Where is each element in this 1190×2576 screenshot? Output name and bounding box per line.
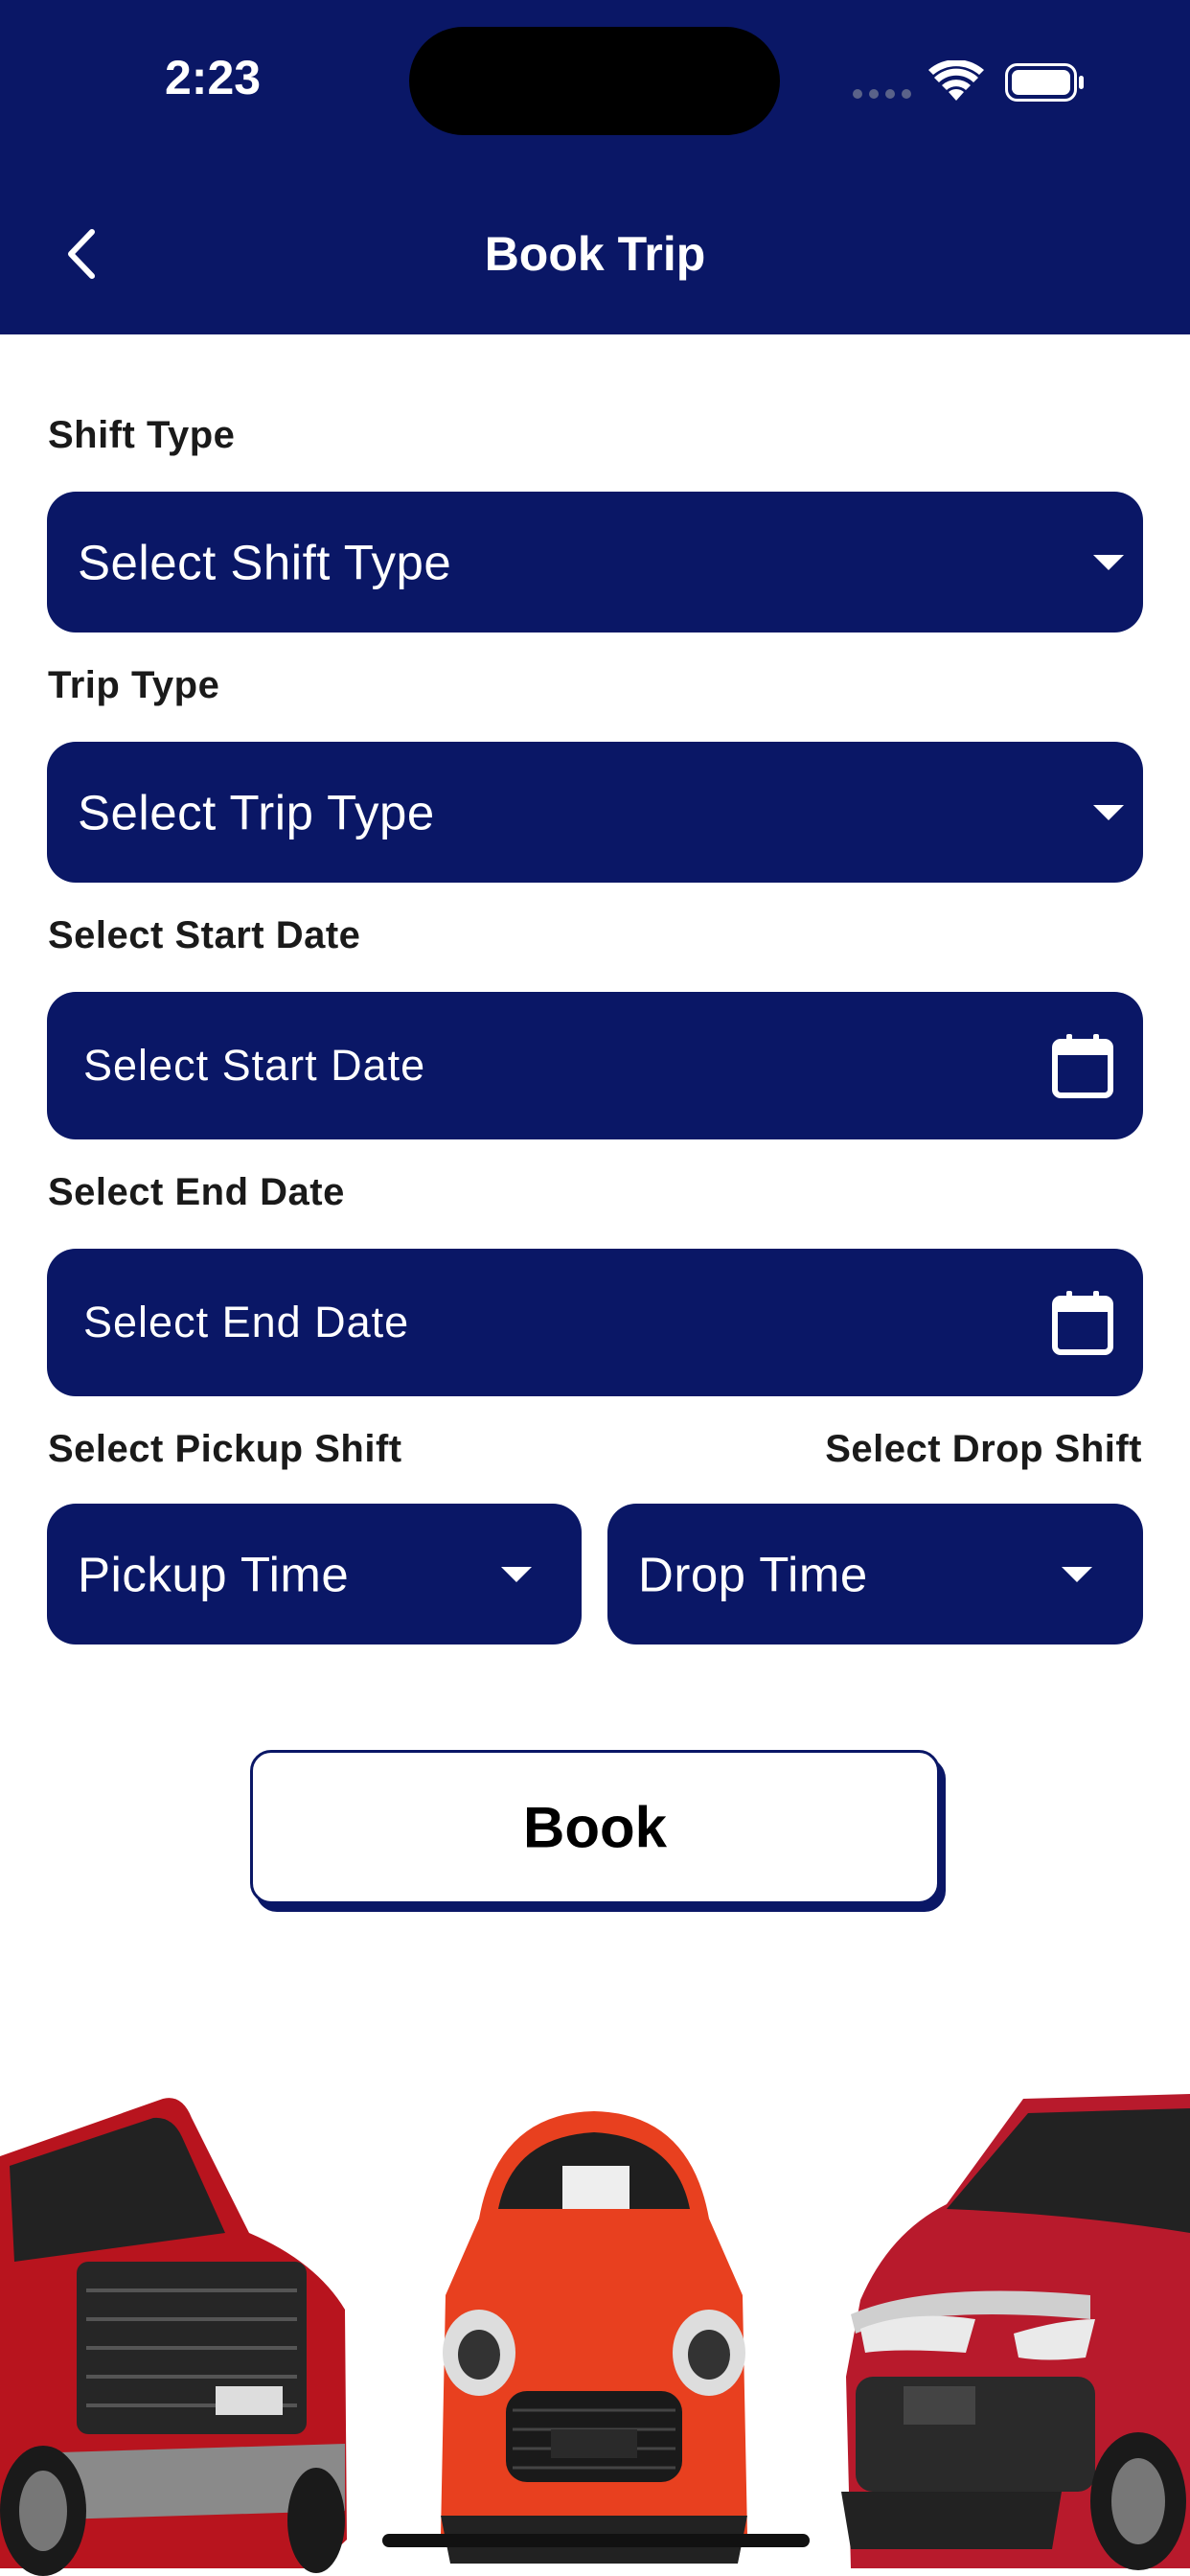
dynamic-island (409, 27, 780, 135)
trip-type-dropdown[interactable]: Select Trip Type (47, 742, 1143, 883)
end-date-placeholder: Select End Date (83, 1298, 410, 1346)
pickup-time-value: Pickup Time (78, 1547, 350, 1601)
shift-type-dropdown[interactable]: Select Shift Type (47, 492, 1143, 632)
home-indicator (382, 2534, 810, 2547)
pickup-time-dropdown[interactable]: Pickup Time (47, 1504, 582, 1644)
red-crossover-right-image (841, 2094, 1190, 2570)
drop-time-dropdown[interactable]: Drop Time (607, 1504, 1143, 1644)
red-suv-left-image (0, 2098, 347, 2576)
battery-icon (1005, 63, 1084, 102)
start-date-placeholder: Select Start Date (83, 1041, 426, 1090)
start-date-field[interactable]: Select Start Date (47, 992, 1143, 1139)
wifi-icon (928, 60, 984, 101)
book-button-label: Book (523, 1795, 667, 1859)
drop-time-value: Drop Time (638, 1547, 868, 1601)
pickup-shift-label: Select Pickup Shift (48, 1428, 402, 1470)
calendar-icon[interactable] (1051, 1289, 1114, 1356)
app-header: 2:23 Book Trip (0, 0, 1190, 334)
chevron-down-icon (1093, 554, 1124, 570)
chevron-down-icon (501, 1566, 532, 1582)
shift-type-value: Select Shift Type (78, 535, 452, 589)
end-date-field[interactable]: Select End Date (47, 1249, 1143, 1396)
status-time: 2:23 (165, 51, 262, 104)
shift-type-label: Shift Type (48, 414, 236, 456)
orange-hatchback-image (441, 2111, 747, 2564)
chevron-down-icon (1062, 1566, 1092, 1582)
page-title: Book Trip (484, 227, 706, 281)
drop-shift-label: Select Drop Shift (825, 1428, 1142, 1470)
chevron-down-icon (1093, 804, 1124, 820)
book-button[interactable]: Book (250, 1750, 940, 1904)
calendar-icon[interactable] (1051, 1032, 1114, 1099)
start-date-label: Select Start Date (48, 914, 361, 956)
trip-type-label: Trip Type (48, 664, 220, 706)
end-date-label: Select End Date (48, 1171, 345, 1213)
cellular-signal-icon (853, 89, 912, 99)
trip-type-value: Select Trip Type (78, 785, 435, 840)
